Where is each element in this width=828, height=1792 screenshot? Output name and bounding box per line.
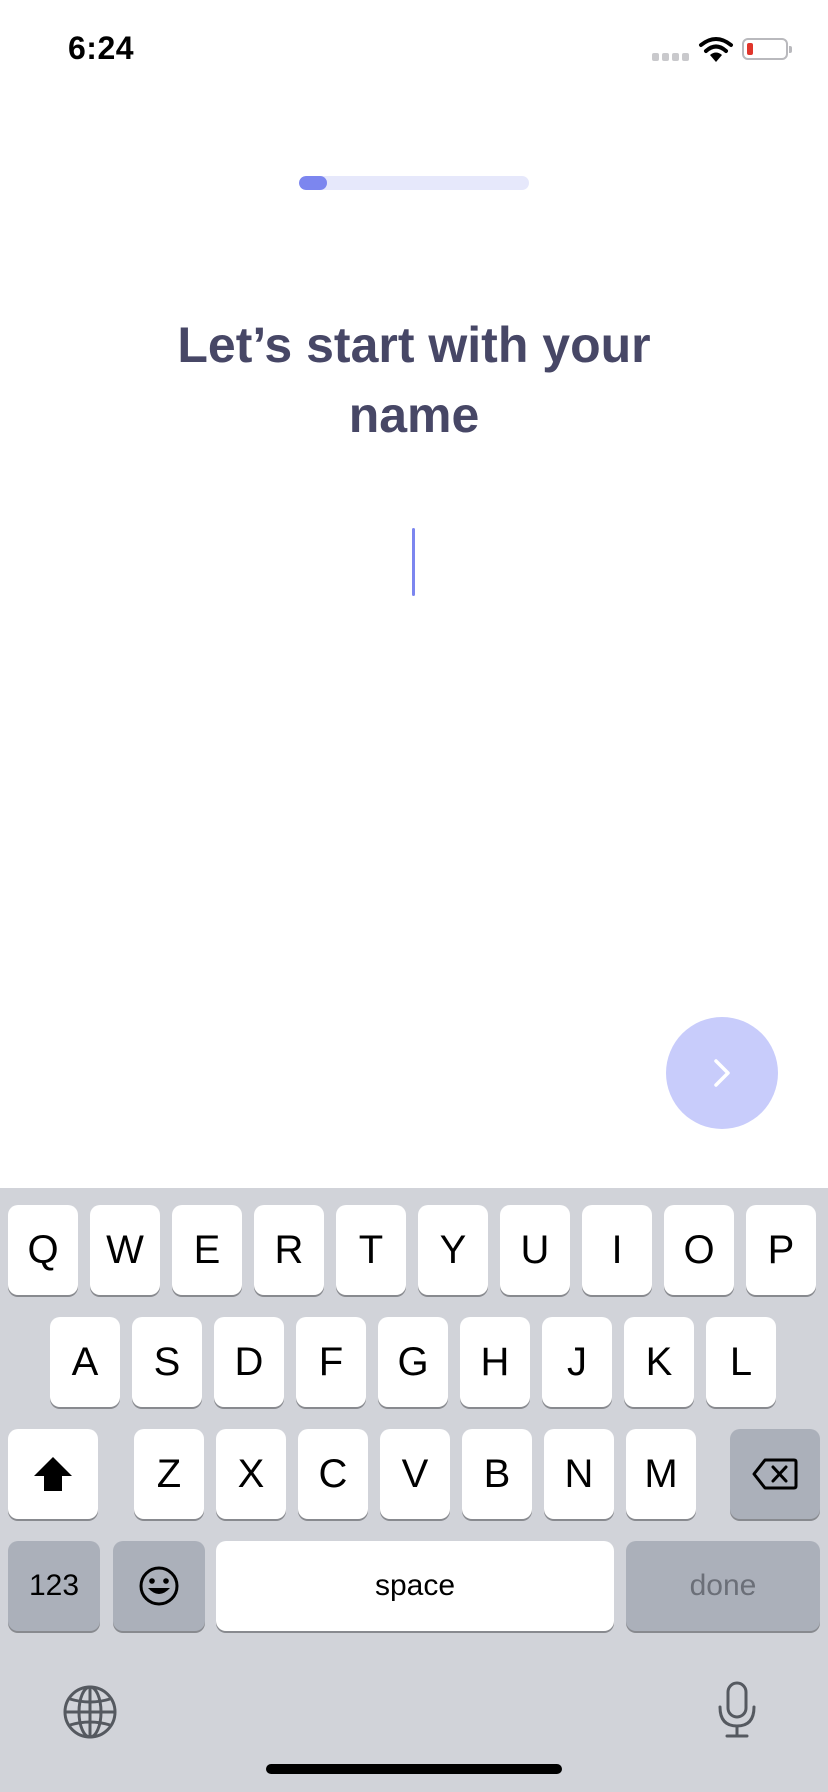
name-input[interactable] [164, 515, 668, 607]
microphone-icon[interactable] [715, 1680, 759, 1740]
onboarding-progress-fill [299, 176, 327, 190]
space-key[interactable]: space [216, 1541, 614, 1631]
key-b[interactable]: B [462, 1429, 532, 1519]
key-t[interactable]: T [336, 1205, 406, 1295]
key-w[interactable]: W [90, 1205, 160, 1295]
delete-key[interactable] [730, 1429, 820, 1519]
status-bar: 6:24 [0, 0, 828, 100]
chevron-right-icon [714, 1059, 730, 1087]
key-u[interactable]: U [500, 1205, 570, 1295]
next-button[interactable] [666, 1017, 778, 1129]
cellular-signal-icon [652, 53, 692, 61]
key-g[interactable]: G [378, 1317, 448, 1407]
battery-level [747, 43, 753, 55]
key-a[interactable]: A [50, 1317, 120, 1407]
key-n[interactable]: N [544, 1429, 614, 1519]
page-title: Let’s start with your name [177, 317, 651, 443]
wifi-icon [699, 37, 733, 62]
key-h[interactable]: H [460, 1317, 530, 1407]
key-m[interactable]: M [626, 1429, 696, 1519]
key-r[interactable]: R [254, 1205, 324, 1295]
key-o[interactable]: O [664, 1205, 734, 1295]
battery-icon [742, 38, 792, 60]
shift-key[interactable] [8, 1429, 98, 1519]
key-z[interactable]: Z [134, 1429, 204, 1519]
emoji-icon [139, 1566, 179, 1606]
text-cursor [412, 528, 415, 596]
onboarding-progress-bar [299, 176, 529, 190]
key-c[interactable]: C [298, 1429, 368, 1519]
key-p[interactable]: P [746, 1205, 816, 1295]
key-x[interactable]: X [216, 1429, 286, 1519]
key-j[interactable]: J [542, 1317, 612, 1407]
key-k[interactable]: K [624, 1317, 694, 1407]
home-indicator [266, 1764, 562, 1774]
done-key[interactable]: done [626, 1541, 820, 1631]
key-q[interactable]: Q [8, 1205, 78, 1295]
status-time: 6:24 [68, 30, 135, 66]
shift-icon [34, 1457, 72, 1491]
key-f[interactable]: F [296, 1317, 366, 1407]
key-s[interactable]: S [132, 1317, 202, 1407]
keyboard: QWERTYUIOP ASDFGHJKL ZXCVBNM 123 space d… [0, 1188, 828, 1792]
key-v[interactable]: V [380, 1429, 450, 1519]
emoji-key[interactable] [113, 1541, 205, 1631]
key-l[interactable]: L [706, 1317, 776, 1407]
numbers-key[interactable]: 123 [8, 1541, 100, 1631]
key-e[interactable]: E [172, 1205, 242, 1295]
globe-icon[interactable] [62, 1684, 118, 1740]
key-y[interactable]: Y [418, 1205, 488, 1295]
delete-icon [752, 1458, 798, 1490]
key-d[interactable]: D [214, 1317, 284, 1407]
key-i[interactable]: I [582, 1205, 652, 1295]
